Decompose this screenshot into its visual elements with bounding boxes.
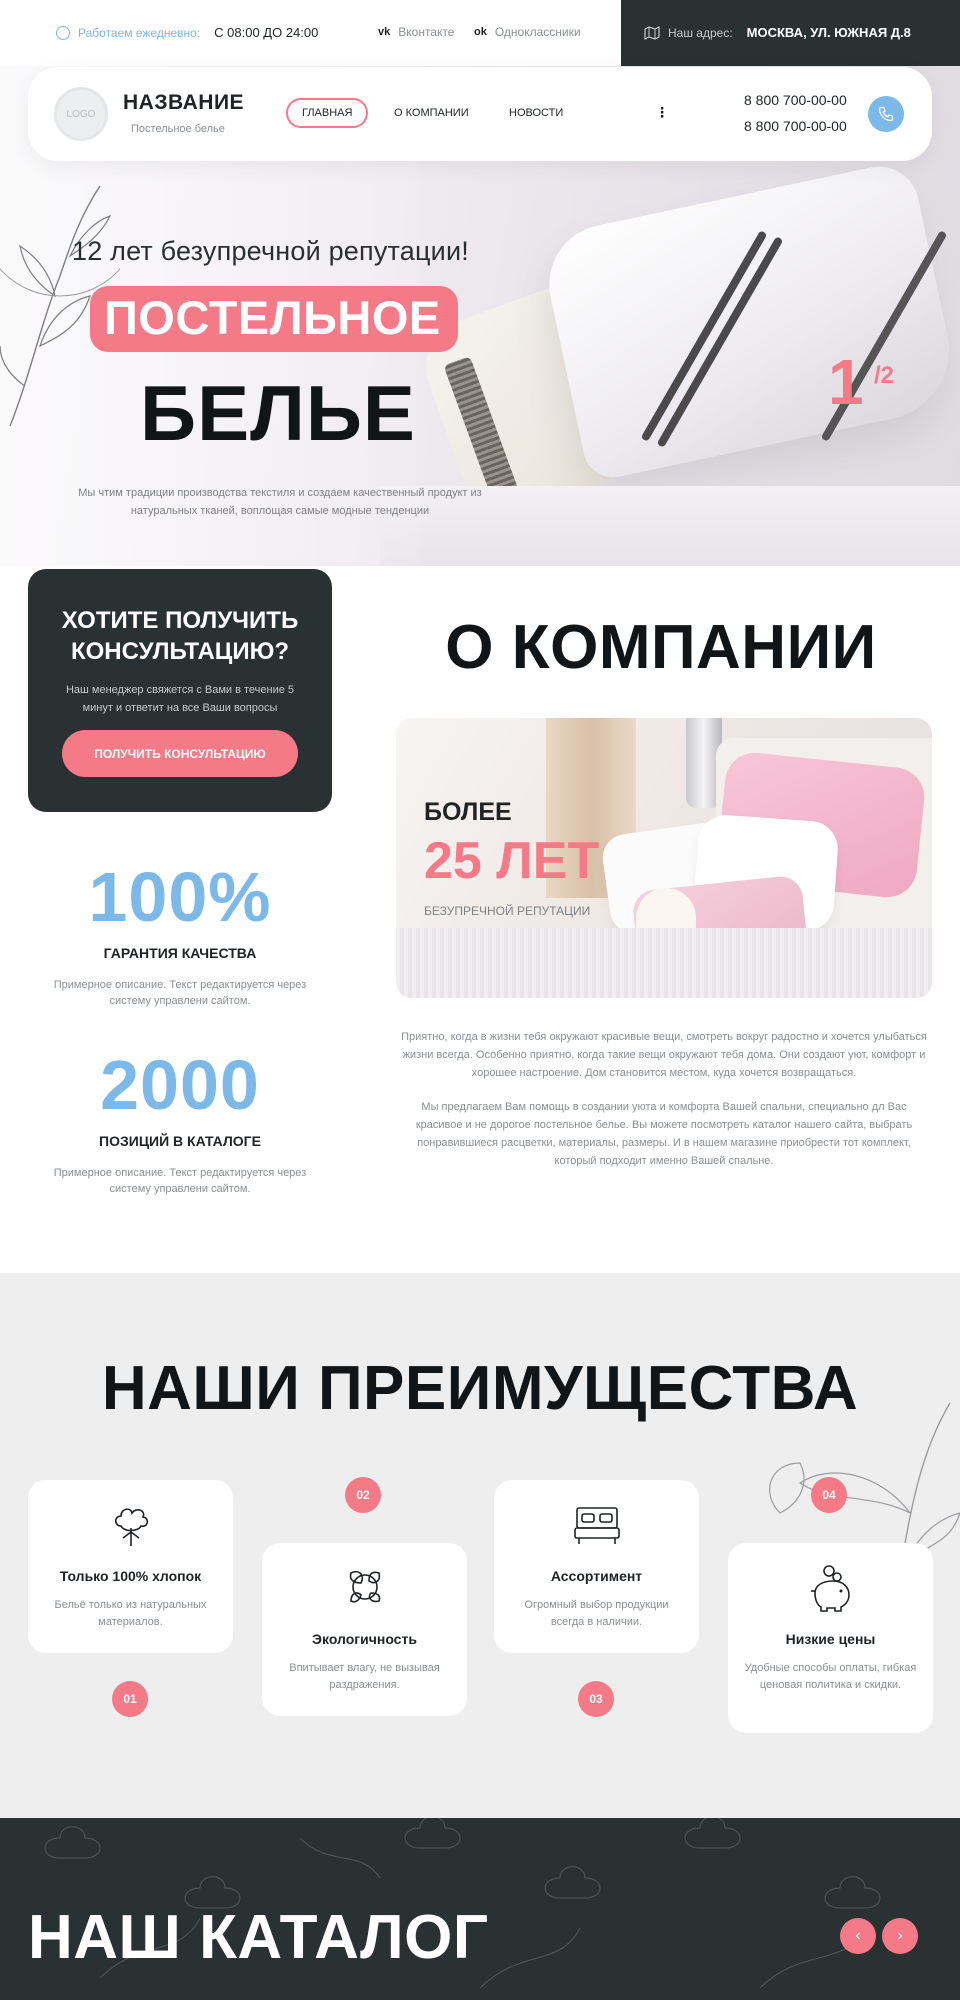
bed-icon bbox=[573, 1507, 620, 1544]
advantage-description: Удобные способы оплаты, гибкая ценовая п… bbox=[744, 1662, 917, 1691]
working-hours: Работаем ежедневно: С 08:00 ДО 24:00 bbox=[56, 25, 318, 40]
eco-leaves-icon bbox=[349, 1570, 380, 1603]
cotton-icon-wrap bbox=[28, 1502, 233, 1548]
about-title: О КОМПАНИИ bbox=[445, 613, 877, 682]
consultation-card: ХОТИТЕ ПОЛУЧИТЬ КОНСУЛЬТАЦИЮ? Наш менедж… bbox=[28, 569, 332, 812]
call-button[interactable] bbox=[868, 96, 904, 132]
advantage-title: Ассортимент bbox=[550, 1568, 643, 1584]
catalog-section: НАШ КАТАЛОГ ‹ › bbox=[0, 1818, 960, 2000]
address-value: МОСКВА, УЛ. ЮЖНАЯ Д.8 bbox=[746, 25, 911, 40]
phone-icon bbox=[878, 106, 894, 122]
about-photo: БОЛЕЕ 25 ЛЕТ БЕЗУПРЕЧНОЙ РЕПУТАЦИИ bbox=[396, 718, 932, 998]
stat-value: 100% bbox=[88, 858, 272, 936]
cotton-icon bbox=[114, 1508, 148, 1546]
advantage-number: 01 bbox=[112, 1681, 148, 1717]
advantages-title: НАШИ ПРЕИМУЩЕСТВА bbox=[101, 1354, 859, 1423]
working-hours-value: С 08:00 ДО 24:00 bbox=[214, 25, 319, 40]
top-bar: Работаем ежедневно: С 08:00 ДО 24:00 vk … bbox=[0, 0, 960, 66]
phone-link[interactable]: 8 800 700-00-00 bbox=[744, 92, 847, 108]
hero-description: Мы чтим традиции производства текстиля и… bbox=[78, 487, 482, 517]
advantage-number: 02 bbox=[345, 1477, 381, 1513]
stat-value: 2000 bbox=[100, 1046, 260, 1124]
advantage-card: Экологичность Впитывает влагу, не вызыва… bbox=[262, 1543, 467, 1716]
vk-label: Вконтакте bbox=[398, 25, 455, 39]
vk-icon: vk bbox=[378, 26, 391, 38]
advantage-number: 04 bbox=[811, 1477, 847, 1513]
header: LOGO НАЗВАНИЕ Постельное белье ГЛАВНАЯ О… bbox=[28, 67, 932, 161]
stat-label: ГАРАНТИЯ КАЧЕСТВА bbox=[103, 945, 257, 961]
advantage-number: 03 bbox=[578, 1681, 614, 1717]
advantage-title: Низкие цены bbox=[785, 1631, 876, 1647]
stat-description: Примерное описание. Текст редактируется … bbox=[53, 979, 307, 1007]
advantage-description: Огромный выбор продукции всегда в наличи… bbox=[524, 1599, 669, 1628]
piggy-bank-icon bbox=[810, 1565, 850, 1612]
working-hours-label: Работаем ежедневно: bbox=[78, 25, 201, 40]
nav-about[interactable]: О КОМПАНИИ bbox=[394, 107, 469, 119]
advantage-title: Экологичность bbox=[312, 1631, 417, 1647]
address: Наш адрес: МОСКВА, УЛ. ЮЖНАЯ Д.8 bbox=[644, 25, 911, 40]
hero-title-highlight: ПОСТЕЛЬНОЕ bbox=[104, 291, 441, 344]
slide-counter-total: /2 bbox=[874, 362, 895, 389]
nav-news[interactable]: НОВОСТИ bbox=[509, 107, 563, 119]
photo-blanket bbox=[396, 928, 932, 998]
odnoklassniki-link[interactable]: ok Одноклассники bbox=[474, 25, 581, 39]
advantages-section: НАШИ ПРЕИМУЩЕСТВА Только 100% хлопок Бел… bbox=[0, 1273, 960, 1818]
brand-title: НАЗВАНИЕ bbox=[123, 91, 245, 114]
consultation-title: ХОТИТЕ ПОЛУЧИТЬ КОНСУЛЬТАЦИЮ? bbox=[61, 607, 299, 665]
stat-description: Примерное описание. Текст редактируется … bbox=[53, 1167, 307, 1195]
logo[interactable]: LOGO bbox=[54, 87, 108, 141]
advantage-card: Ассортимент Огромный выбор продукции все… bbox=[494, 1480, 699, 1653]
catalog-prev-button[interactable]: ‹ bbox=[840, 1918, 876, 1954]
about-paragraph: Приятно, когда в жизни тебя окружают кра… bbox=[401, 1031, 927, 1079]
about-paragraph: Мы предлагаем Вам помощь в создании уюта… bbox=[415, 1101, 913, 1167]
nav-more-menu[interactable]: ⋮ bbox=[655, 104, 669, 121]
hero-subtitle: 12 лет безупречной репутации! bbox=[72, 236, 469, 266]
advantage-description: Впитывает влагу, не вызывая раздражения. bbox=[289, 1662, 440, 1691]
stat-label: ПОЗИЦИЙ В КАТАЛОГЕ bbox=[99, 1133, 261, 1149]
hero-title: БЕЛЬЕ bbox=[140, 369, 416, 457]
slide-counter-current: 1 bbox=[828, 346, 864, 418]
photo-caption-pre: БОЛЕЕ bbox=[424, 798, 512, 826]
catalog-title: НАШ КАТАЛОГ bbox=[28, 1903, 489, 1972]
advantage-title: Только 100% хлопок bbox=[59, 1568, 202, 1584]
phone-link[interactable]: 8 800 700-00-00 bbox=[744, 118, 847, 134]
map-icon bbox=[644, 25, 660, 40]
piggy-icon-wrap bbox=[728, 1563, 933, 1613]
bed-icon-wrap bbox=[494, 1504, 699, 1546]
vk-link[interactable]: vk Вконтакте bbox=[378, 25, 454, 39]
odnoklassniki-label: Одноклассники bbox=[494, 25, 581, 39]
clock-icon bbox=[56, 25, 70, 40]
advantage-card: Низкие цены Удобные способы оплаты, гибк… bbox=[728, 1543, 933, 1733]
advantage-card: Только 100% хлопок Бельё только из натур… bbox=[28, 1480, 233, 1653]
nav-home[interactable]: ГЛАВНАЯ bbox=[286, 98, 369, 128]
eco-icon-wrap bbox=[262, 1563, 467, 1611]
catalog-next-button[interactable]: › bbox=[882, 1918, 918, 1954]
photo-caption-big: 25 ЛЕТ bbox=[424, 832, 600, 890]
brand-subtitle: Постельное белье bbox=[131, 123, 225, 135]
odnoklassniki-icon: ok bbox=[474, 26, 487, 38]
advantage-description: Бельё только из натуральных материалов. bbox=[54, 1599, 207, 1628]
get-consultation-button[interactable]: ПОЛУЧИТЬ КОНСУЛЬТАЦИЮ bbox=[62, 730, 298, 777]
address-label: Наш адрес: bbox=[668, 25, 733, 40]
consultation-text: Наш менеджер свяжется с Вами в течение 5… bbox=[65, 684, 295, 714]
photo-caption-small: БЕЗУПРЕЧНОЙ РЕПУТАЦИИ bbox=[424, 904, 591, 918]
